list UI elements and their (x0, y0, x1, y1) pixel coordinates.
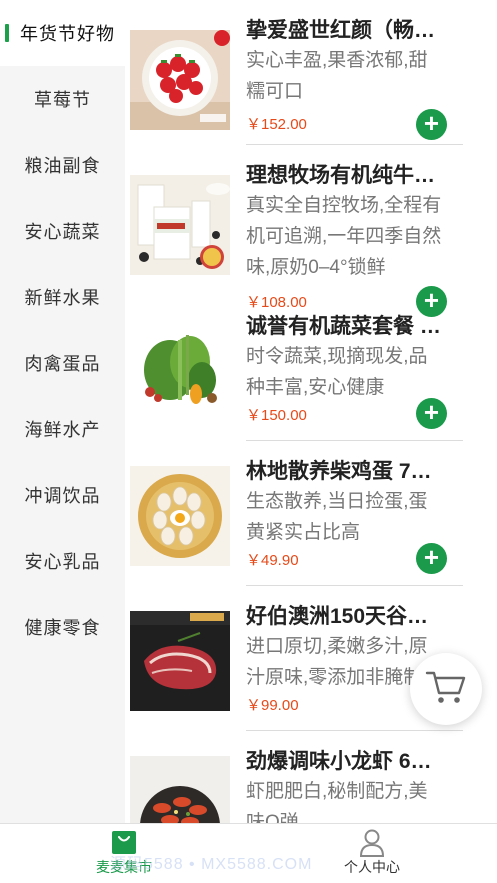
sidebar-item-label: 年货节好物 (20, 24, 115, 44)
product-image-crayfish[interactable] (130, 756, 230, 823)
sidebar-item-snacks[interactable]: 健康零食 (0, 594, 125, 660)
sidebar-item-vegetables[interactable]: 安心蔬菜 (0, 198, 125, 264)
tab-label: 个人中心 (344, 859, 400, 875)
product-image-milk[interactable] (130, 175, 230, 275)
product-title[interactable]: 好伯澳洲150天谷… (246, 600, 464, 630)
sidebar-item-label: 安心蔬菜 (24, 222, 101, 242)
product-item[interactable]: 挚爱盛世红颜（畅… 实心丰盈,果香浓郁,甜糯可口 ￥152.00 + (125, 0, 497, 145)
product-image-steak[interactable] (130, 611, 230, 711)
sidebar-item-label: 冲调饮品 (24, 486, 101, 506)
sidebar-item-nianhuo[interactable]: 年货节好物 (0, 0, 125, 66)
product-description: 生态散养,当日捡蛋,蛋黄紧实占比高 (246, 491, 428, 543)
sidebar-item-label: 肉禽蛋品 (24, 354, 101, 374)
cart-icon (425, 669, 467, 710)
product-item[interactable]: 林地散养柴鸡蛋 7… 生态散养,当日捡蛋,蛋黄紧实占比高 ￥49.90 + (125, 441, 497, 586)
product-price: ￥152.00 (246, 116, 307, 133)
category-sidebar: 年货节好物 草莓节 粮油副食 安心蔬菜 新鲜水果 肉禽蛋品 海鲜水产 冲调饮品 … (0, 0, 125, 823)
product-price: ￥99.00 (246, 697, 299, 714)
add-to-cart-button[interactable]: + (416, 398, 447, 429)
sidebar-item-fruit[interactable]: 新鲜水果 (0, 264, 125, 330)
person-icon (359, 829, 385, 857)
sidebar-item-drinks[interactable]: 冲调饮品 (0, 462, 125, 528)
sidebar-item-label: 粮油副食 (24, 156, 101, 176)
product-title[interactable]: 林地散养柴鸡蛋 7… (246, 455, 464, 485)
add-to-cart-button[interactable]: + (416, 543, 447, 574)
sidebar-item-label: 新鲜水果 (24, 288, 101, 308)
product-description: 时令蔬菜,现摘现发,品种丰富,安心健康 (246, 346, 428, 398)
product-title[interactable]: 劲爆调味小龙虾 6… (246, 745, 464, 775)
product-description: 实心丰盈,果香浓郁,甜糯可口 (246, 50, 428, 102)
sidebar-item-meat-eggs[interactable]: 肉禽蛋品 (0, 330, 125, 396)
product-description: 虾肥肥白,秘制配方,美味Q弹 (246, 781, 428, 823)
product-title[interactable]: 理想牧场有机纯牛… (246, 159, 464, 189)
product-price: ￥150.00 (246, 407, 307, 424)
sidebar-item-strawberry[interactable]: 草莓节 (0, 66, 125, 132)
add-to-cart-button[interactable]: + (416, 109, 447, 140)
product-description: 真实全自控牧场,全程有机可追溯,一年四季自然味,原奶0–4°锁鲜 (246, 195, 442, 278)
floating-cart-button[interactable] (410, 653, 482, 725)
tab-profile[interactable]: 个人中心 (312, 829, 432, 877)
sidebar-item-label: 海鲜水产 (24, 420, 101, 440)
sidebar-item-label: 健康零食 (24, 618, 101, 638)
sidebar-item-grain-oil[interactable]: 粮油副食 (0, 132, 125, 198)
watermark: 源码5588 • MX5588.COM (110, 856, 313, 873)
product-title[interactable]: 诚誉有机蔬菜套餐 … (246, 310, 464, 340)
sidebar-item-label: 安心乳品 (24, 552, 101, 572)
product-image-eggs[interactable] (130, 466, 230, 566)
product-item[interactable]: 理想牧场有机纯牛… 真实全自控牧场,全程有机可追溯,一年四季自然味,原奶0–4°… (125, 145, 497, 317)
sidebar-item-seafood[interactable]: 海鲜水产 (0, 396, 125, 462)
product-image-strawberries[interactable] (130, 30, 230, 130)
product-image-vegetables[interactable] (130, 320, 230, 420)
product-title[interactable]: 挚爱盛世红颜（畅… (246, 14, 464, 44)
sidebar-item-label: 草莓节 (34, 90, 91, 110)
product-item[interactable]: 劲爆调味小龙虾 6… 虾肥肥白,秘制配方,美味Q弹 (125, 731, 497, 823)
product-item[interactable]: 诚誉有机蔬菜套餐 … 时令蔬菜,现摘现发,品种丰富,安心健康 ￥150.00 + (125, 296, 497, 441)
sidebar-item-dairy[interactable]: 安心乳品 (0, 528, 125, 594)
product-price: ￥49.90 (246, 552, 299, 569)
